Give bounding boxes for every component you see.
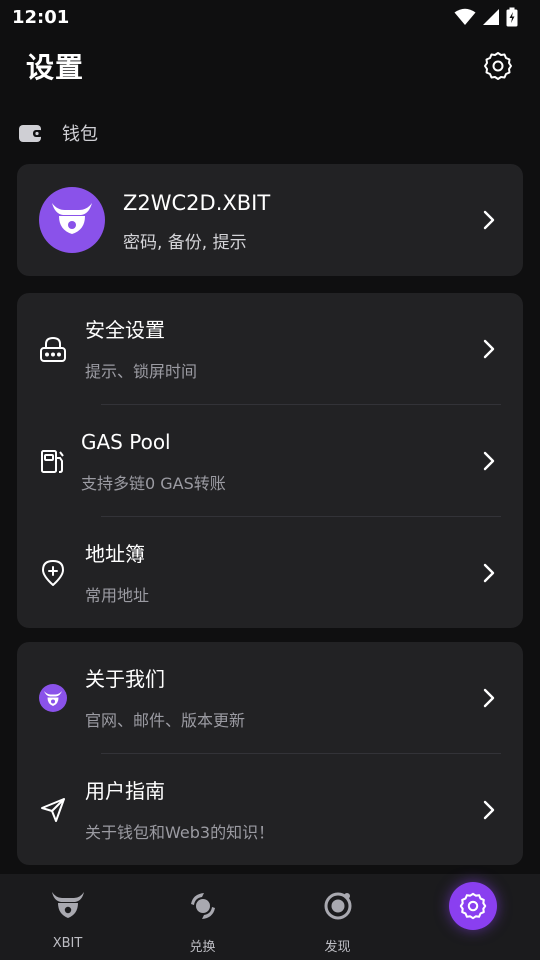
row-subtitle: 常用地址 <box>85 586 150 605</box>
wallet-section-text: 钱包 <box>62 124 98 145</box>
nav-item-xbit[interactable]: XBIT <box>0 874 135 960</box>
status-icons <box>454 7 518 27</box>
nav-label: XBIT <box>52 936 83 951</box>
discover-icon <box>320 888 356 924</box>
wallet-name: Z2WC2D.XBIT <box>123 190 271 215</box>
chevron-right-icon <box>477 337 501 361</box>
wifi-icon <box>454 8 476 25</box>
row-title: 关于我们 <box>85 667 165 691</box>
about-row-user-guide[interactable]: 用户指南 关于钱包和Web3的知识！ <box>17 754 523 866</box>
paper-plane-icon <box>39 796 67 824</box>
settings-row-address-book[interactable]: 地址簿 常用地址 <box>17 517 523 629</box>
row-title: 地址簿 <box>85 542 145 566</box>
settings-card: 安全设置 提示、锁屏时间 GAS Pool 支持多链0 GAS转账 地址簿 常用… <box>17 293 523 628</box>
gas-station-icon <box>39 447 67 475</box>
chevron-right-icon <box>477 561 501 585</box>
chevron-right-icon <box>477 686 501 710</box>
row-subtitle: 支持多链0 GAS转账 <box>81 474 226 493</box>
lock-icon <box>39 335 67 363</box>
nav-item-discover[interactable]: 发现 <box>270 874 405 960</box>
xbit-logo-icon <box>39 684 67 712</box>
nav-label: 发现 <box>324 940 351 955</box>
settings-gear-icon <box>448 882 497 930</box>
xbit-bull-icon <box>50 888 86 924</box>
row-subtitle: 提示、锁屏时间 <box>85 362 198 381</box>
status-bar: 12:01 <box>0 0 540 34</box>
avatar <box>39 187 105 253</box>
nav-label: 兑换 <box>189 940 216 955</box>
row-subtitle: 关于钱包和Web3的知识！ <box>85 823 275 842</box>
swap-icon <box>185 888 221 924</box>
nav-item-settings[interactable] <box>405 874 540 960</box>
address-book-icon <box>39 559 67 587</box>
settings-row-gas-pool[interactable]: GAS Pool 支持多链0 GAS转账 <box>17 405 523 517</box>
row-title: 用户指南 <box>85 779 165 803</box>
battery-icon <box>506 7 518 27</box>
header: 设置 <box>0 40 540 92</box>
wallet-section-label: 钱包 <box>18 118 98 148</box>
row-subtitle: 官网、邮件、版本更新 <box>85 711 246 730</box>
chevron-right-icon <box>477 798 501 822</box>
settings-gear-button[interactable] <box>480 48 516 84</box>
xbit-bull-logo-icon <box>52 203 92 234</box>
wallet-subtitle: 密码, 备份, 提示 <box>123 232 247 253</box>
chevron-right-icon <box>477 449 501 473</box>
signal-icon <box>483 9 499 25</box>
wallet-icon <box>19 125 43 142</box>
nav-item-swap[interactable]: 兑换 <box>135 874 270 960</box>
chevron-right-icon <box>477 208 501 232</box>
gear-icon <box>484 52 512 80</box>
wallet-card[interactable]: Z2WC2D.XBIT 密码, 备份, 提示 <box>17 164 523 276</box>
row-title: 安全设置 <box>85 318 165 342</box>
page-title: 设置 <box>26 51 85 84</box>
about-card: 关于我们 官网、邮件、版本更新 用户指南 关于钱包和Web3的知识！ <box>17 642 523 865</box>
about-row-about-us[interactable]: 关于我们 官网、邮件、版本更新 <box>17 642 523 754</box>
bottom-nav: XBIT 兑换 发现 <box>0 874 540 960</box>
row-title: GAS Pool <box>81 430 171 454</box>
settings-row-security[interactable]: 安全设置 提示、锁屏时间 <box>17 293 523 405</box>
status-time: 12:01 <box>12 6 70 28</box>
